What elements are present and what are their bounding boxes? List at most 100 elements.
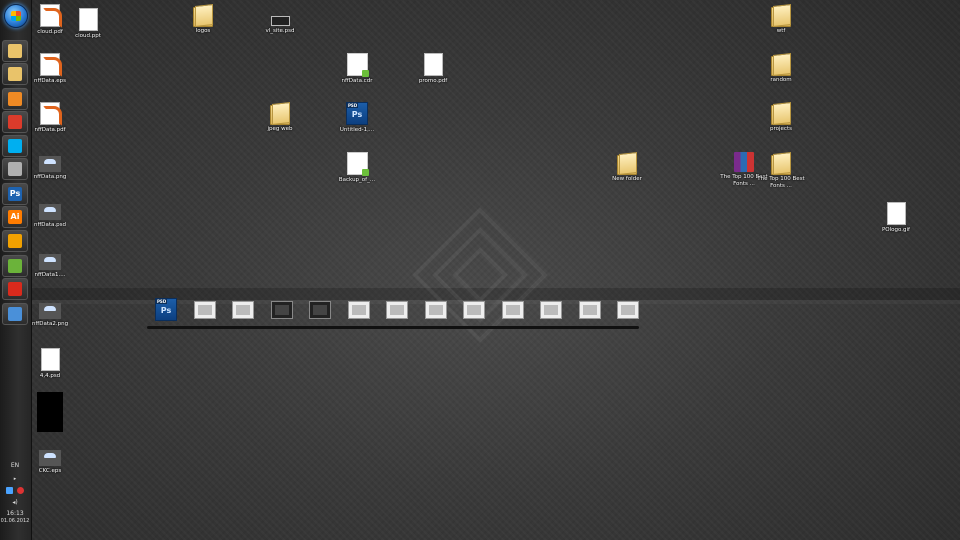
desktop-icon[interactable]: nffData.psd: [20, 200, 80, 229]
desktop-icon[interactable]: New folder: [597, 152, 657, 183]
folder-icon: [270, 102, 290, 125]
volume-icon[interactable]: ◂): [0, 499, 30, 506]
strip-scrollbar[interactable]: [147, 326, 639, 329]
desktop-icon-label: promo.pdf: [418, 78, 448, 84]
desktop-icon-label: 4,4.psd: [39, 373, 61, 379]
thumbnail-preview: [197, 305, 212, 315]
thumbnail-strip: Ps: [147, 296, 639, 330]
strip-thumbnail[interactable]: [617, 301, 639, 319]
thumbnail-preview: [621, 305, 635, 315]
thumbnail-preview: [428, 305, 443, 315]
desktop-icon-label: New folder: [612, 176, 642, 182]
desktop-icon[interactable]: nffData1....: [20, 250, 80, 279]
coreldraw-file-icon: [346, 152, 369, 176]
pen-tool-icon: [8, 234, 22, 248]
desktop-icon[interactable]: nffData2.png: [20, 299, 80, 328]
thumbnail-preview: [582, 305, 597, 315]
desktop-icon[interactable]: Backup_of_...: [327, 152, 387, 184]
folder-icon: [771, 53, 791, 76]
desktop-icon-label: projects: [770, 126, 792, 132]
desktop-icon-label: nffData.png: [33, 174, 67, 180]
acrobat-icon: [8, 282, 22, 296]
strip-thumbnail[interactable]: [578, 301, 601, 319]
desktop-icon[interactable]: jpeg web: [250, 102, 310, 133]
thumbnail-preview: [390, 305, 404, 315]
pdf-file-icon: [40, 4, 62, 28]
desktop-icon-label: nffData.pdf: [34, 127, 66, 133]
image-thumbnail-icon: [39, 254, 61, 270]
image-thumbnail-icon: [39, 450, 61, 466]
desktop-icon-label: nffData.psd: [33, 222, 66, 228]
taskbar-pen-tool-button[interactable]: [2, 230, 28, 252]
desktop-icon[interactable]: projects: [751, 102, 811, 133]
thumbnail-preview: [544, 305, 558, 315]
desktop-icon-label: jpeg web: [267, 126, 293, 132]
skype-icon: [8, 139, 22, 153]
desktop-icon-label: logos: [195, 28, 211, 34]
strip-thumbnail[interactable]: [309, 301, 331, 319]
folder-icon: [771, 4, 791, 27]
tray-expand-icon[interactable]: ▸: [0, 476, 30, 482]
thumbnail-preview: [313, 305, 327, 315]
desktop-icon-label: Untitled-1,...: [339, 127, 375, 133]
thumbnail-preview: [274, 305, 289, 315]
thumbnail-preview: [351, 305, 366, 315]
folder-icon: [771, 152, 791, 175]
image-thumbnail-icon: [39, 204, 61, 220]
file-icon: [423, 53, 443, 76]
desktop-icon-label: Backup_of_...: [338, 177, 376, 183]
folder-icon: [193, 4, 213, 27]
file-icon: [886, 202, 906, 225]
strip-photoshop-thumbnail[interactable]: Ps: [155, 298, 177, 321]
desktop-icon[interactable]: POlogo.gif: [866, 202, 926, 234]
desktop-icon-label: random: [770, 77, 792, 83]
pdf-file-icon: [40, 102, 62, 126]
strip-thumbnail[interactable]: [386, 301, 408, 319]
desktop-icon[interactable]: nffData.png: [20, 152, 80, 181]
eps-file-icon: [40, 53, 62, 77]
strip-thumbnail[interactable]: [540, 301, 562, 319]
desktop-icon-label: cloud.ppt: [75, 33, 101, 39]
clock-time[interactable]: 16:13: [0, 510, 30, 517]
thumbnail-preview: [236, 305, 250, 315]
image-thumbnail-icon: [37, 392, 63, 432]
desktop-icon[interactable]: CKC.eps: [20, 446, 80, 475]
notification-icon[interactable]: [17, 487, 24, 494]
folder-icon: [771, 102, 791, 125]
desktop-icon-label: wtf: [776, 28, 786, 34]
file-icon: [40, 348, 60, 371]
strip-thumbnail[interactable]: [347, 301, 370, 319]
folder-icon: [617, 152, 637, 175]
network-icon[interactable]: [6, 487, 13, 494]
desktop-icon[interactable]: nffData.eps: [20, 53, 80, 85]
desktop-icon-label: The Top 100 Best Fonts ...: [757, 176, 805, 189]
strip-thumbnail[interactable]: [501, 301, 524, 319]
strip-thumbnail[interactable]: [193, 301, 216, 319]
desktop-icon-label: nffData.cdr: [341, 78, 373, 84]
desktop-icon[interactable]: 4,4.psd: [20, 348, 80, 380]
desktop-icon[interactable]: Ps Untitled-1,...: [327, 102, 387, 134]
desktop-icon[interactable]: nffData.cdr: [327, 53, 387, 85]
desktop-icon[interactable]: cloud.ppt: [58, 8, 118, 40]
strip-thumbnail[interactable]: [424, 301, 447, 319]
image-thumbnail-icon: [39, 156, 61, 172]
desktop-icon[interactable]: wtf: [751, 4, 811, 35]
strip-thumbnail[interactable]: [463, 301, 485, 319]
desktop-icon[interactable]: [20, 392, 80, 432]
desktop-icon-label: CKC.eps: [38, 468, 62, 474]
desktop-icon-label: POlogo.gif: [881, 227, 910, 233]
desktop-icon[interactable]: The Top 100 Best Fonts ...: [751, 152, 811, 190]
desktop-icon[interactable]: logos: [173, 4, 233, 35]
ppt-file-icon: [78, 8, 98, 31]
taskbar-acrobat-button[interactable]: [2, 278, 28, 300]
desktop-icon[interactable]: vl_site.psd: [250, 8, 310, 35]
desktop-icon[interactable]: random: [751, 53, 811, 84]
coreldraw-file-icon: [346, 53, 369, 77]
thumbnail-preview: [505, 305, 520, 315]
desktop-icon-label: vl_site.psd: [265, 28, 295, 34]
clock-date[interactable]: 01.06.2012: [0, 518, 30, 524]
strip-thumbnail[interactable]: [270, 301, 293, 319]
strip-thumbnail[interactable]: [232, 301, 254, 319]
desktop-icon[interactable]: promo.pdf: [403, 53, 463, 85]
desktop-icon[interactable]: nffData.pdf: [20, 102, 80, 134]
